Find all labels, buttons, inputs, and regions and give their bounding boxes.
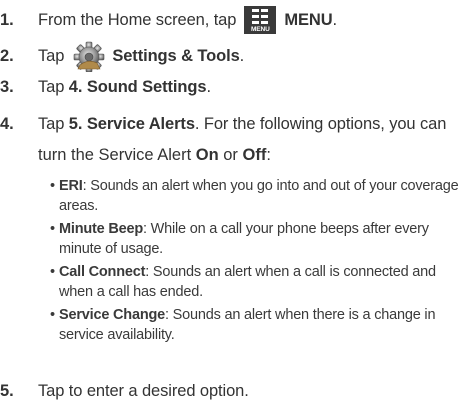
step-text-pre: Tap to enter a desired option. <box>38 382 249 400</box>
cont-post: : <box>266 146 271 164</box>
step-text-bold: 5. Service Alerts <box>68 115 195 133</box>
step-number: 4. <box>0 115 14 133</box>
step-number: 5. <box>0 382 14 400</box>
step-text-post: . <box>239 47 245 65</box>
gear-icon <box>74 41 105 72</box>
step-1: 1. From the Home screen, tap MENU MENU. <box>0 6 337 34</box>
menu-icon-caption: MENU <box>250 26 270 33</box>
list-item: • Service Change: Sounds an alert when t… <box>50 305 468 345</box>
instruction-page: 1. From the Home screen, tap MENU MENU . … <box>0 0 474 406</box>
step-text-post: . <box>332 11 338 29</box>
step-text-pre: Tap <box>38 47 65 65</box>
step-number: 2. <box>0 47 14 65</box>
option-term: Service Change <box>59 307 165 323</box>
cont-off: Off <box>242 146 267 164</box>
step-text-bold: 4. Sound Settings <box>68 78 207 96</box>
step-3: 3. Tap 4. Sound Settings. <box>0 77 211 97</box>
step-text-bold: Settings & Tools <box>112 47 240 65</box>
step-text-bold: MENU <box>284 11 333 29</box>
bullet-dot: • <box>50 264 55 280</box>
menu-grid-icon: MENU <box>244 6 277 34</box>
option-desc: : Sounds an alert when you go into and o… <box>59 178 459 214</box>
step-number: 3. <box>0 78 14 96</box>
step-text-pre: Tap <box>38 115 69 133</box>
step-2: 2. Tap Settings & Tools . <box>0 40 244 72</box>
step-text-post: . <box>206 78 211 96</box>
cont-on: On <box>195 146 219 164</box>
step-text-pre: Tap <box>38 78 69 96</box>
step-number: 1. <box>0 11 14 29</box>
option-term: ERI <box>59 178 83 194</box>
option-term: Call Connect <box>59 264 146 280</box>
step-4-continuation: turn the Service Alert On or Off: <box>38 145 271 165</box>
bullet-dot: • <box>50 178 55 194</box>
step-4: 4. Tap 5. Service Alerts. For the follow… <box>0 114 446 134</box>
list-item: • Call Connect: Sounds an alert when a c… <box>50 262 468 302</box>
bullet-dot: • <box>50 307 55 323</box>
bullet-dot: • <box>50 221 55 237</box>
list-item: • ERI: Sounds an alert when you go into … <box>50 176 468 216</box>
option-term: Minute Beep <box>59 221 143 237</box>
cont-pre: turn the Service Alert <box>38 146 196 164</box>
menu-grid-glyph <box>252 9 269 24</box>
list-item: • Minute Beep: While on a call your phon… <box>50 219 468 259</box>
cont-mid: or <box>218 146 243 164</box>
step-5: 5. Tap to enter a desired option. <box>0 381 249 401</box>
step-text: From the Home screen, tap <box>38 10 236 30</box>
step-text-post: . For the following options, you can <box>194 115 447 133</box>
step-text-pre: From the Home screen, tap <box>38 11 237 29</box>
